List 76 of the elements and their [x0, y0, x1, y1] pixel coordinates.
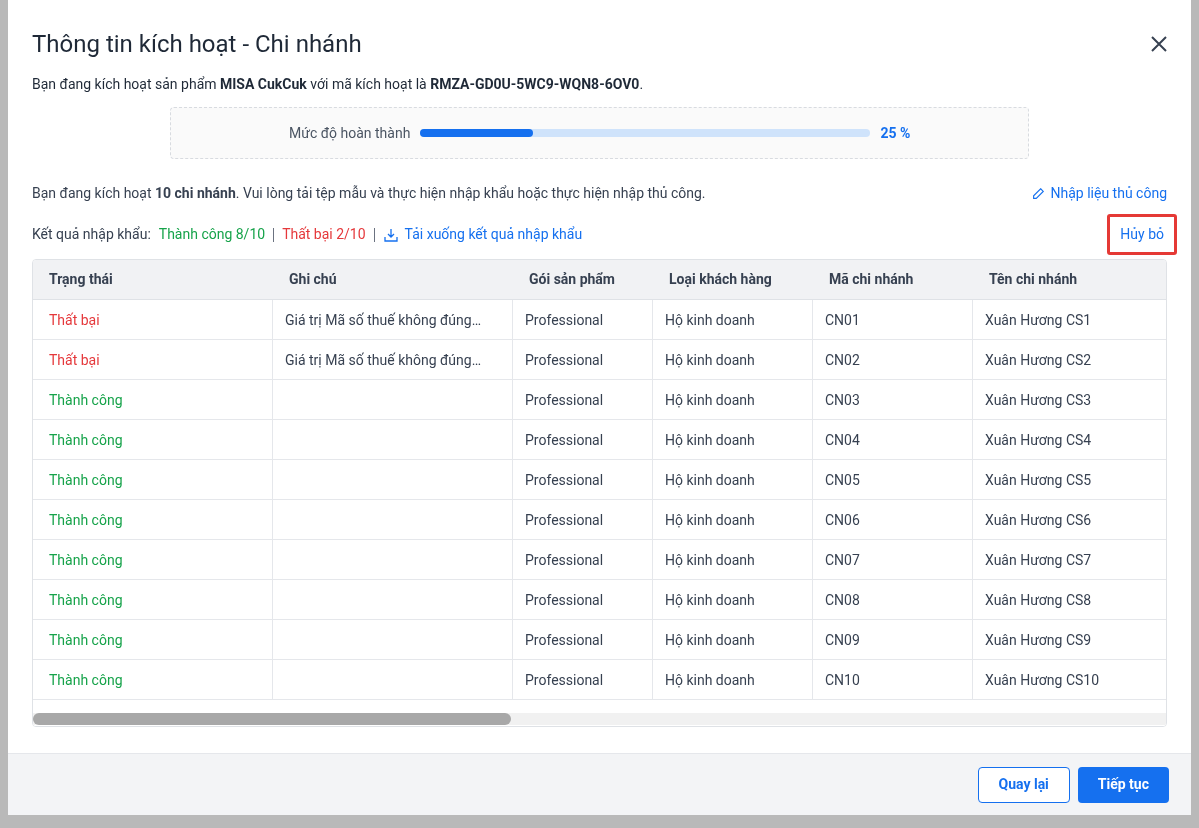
table-cell: Xuân Hương CS1: [985, 312, 1092, 328]
success-count: Thành công 8/10: [158, 225, 266, 244]
table-cell: Xuân Hương CS3: [985, 392, 1092, 408]
close-icon[interactable]: [1149, 34, 1169, 54]
table-cell: Xuân Hương CS10: [985, 672, 1100, 688]
table-cell: Hộ kinh doanh: [665, 392, 755, 408]
status-cell: Thành công: [49, 672, 123, 688]
table-cell: Xuân Hương CS8: [985, 592, 1092, 608]
table-cell: Hộ kinh doanh: [665, 512, 755, 528]
status-cell: Thành công: [49, 432, 123, 448]
back-button[interactable]: Quay lại: [977, 766, 1070, 803]
table-cell: Professional: [525, 592, 604, 608]
table-cell: Giá trị Mã số thuế không đúng…: [285, 312, 482, 328]
table-cell: Professional: [525, 312, 604, 328]
status-cell: Thành công: [49, 512, 123, 528]
status-cell: Thành công: [49, 472, 123, 488]
instruction-text: Bạn đang kích hoạt 10 chi nhánh. Vui lòng tải tệp mẫu và thực hiện nhập khẩu hoặc thực hiện nhập thủ công.: [32, 184, 706, 203]
column-header: Mã chi nhánh: [828, 270, 915, 289]
cancel-link[interactable]: Hủy bỏ: [1107, 214, 1177, 255]
download-link[interactable]: Tải xuống kết quả nhập khẩu: [382, 224, 583, 245]
table-cell: Hộ kinh doanh: [665, 352, 755, 368]
table-cell: CN02: [825, 352, 860, 368]
table-cell: Xuân Hương CS2: [985, 352, 1092, 368]
table-cell: CN01: [825, 312, 860, 328]
table-cell: Professional: [525, 352, 604, 368]
scrollbar-thumb[interactable]: [33, 713, 511, 725]
status-cell: Thất bại: [49, 312, 100, 328]
table-cell: CN10: [825, 672, 860, 688]
status-cell: Thành công: [49, 552, 123, 568]
table-cell: Xuân Hương CS6: [985, 512, 1092, 528]
pencil-icon: [1030, 186, 1045, 201]
column-header: Gói sản phẩm: [528, 270, 616, 289]
table-cell: Xuân Hương CS7: [985, 552, 1092, 568]
column-header: Trạng thái: [48, 270, 114, 289]
table-cell: Professional: [525, 392, 604, 408]
table-cell: Professional: [525, 672, 604, 688]
table-cell: CN04: [825, 432, 860, 448]
table-cell: Hộ kinh doanh: [665, 432, 755, 448]
table-cell: Xuân Hương CS4: [985, 432, 1092, 448]
table-cell: Professional: [525, 632, 604, 648]
status-cell: Thành công: [49, 632, 123, 648]
scrollbar-track[interactable]: [33, 713, 1166, 725]
progress-reading: 25 %: [880, 123, 911, 143]
column-header: Loại khách hàng: [668, 270, 773, 289]
intro-text: Bạn đang kích hoạt sản phẩm MISA CukCuk với mã kích hoạt là RMZA-GD0U-5WC9-WQN8-6OV0.: [32, 76, 644, 92]
progress-label: Mức độ hoàn thành: [289, 123, 411, 143]
table-cell: Hộ kinh doanh: [665, 592, 755, 608]
table-cell: Xuân Hương CS9: [985, 632, 1092, 648]
table-cell: Giá trị Mã số thuế không đúng…: [285, 352, 482, 368]
table-cell: CN07: [825, 552, 860, 568]
table-cell: CN06: [825, 512, 860, 528]
table-cell: CN05: [825, 472, 860, 488]
table-cell: Professional: [525, 552, 604, 568]
table-cell: CN03: [825, 392, 860, 408]
download-icon: [382, 226, 399, 243]
table-cell: Professional: [525, 512, 604, 528]
table-cell: CN09: [825, 632, 860, 648]
import-result-label: Kết quả nhập khẩu:: [32, 225, 151, 244]
table-cell: Professional: [525, 472, 604, 488]
status-cell: Thành công: [49, 592, 123, 608]
table-cell: Hộ kinh doanh: [665, 632, 755, 648]
table-cell: Hộ kinh doanh: [665, 312, 755, 328]
status-cell: Thành công: [49, 392, 123, 408]
dialog-title: Thông tin kích hoạt - Chi nhánh: [32, 29, 362, 60]
table-cell: Hộ kinh doanh: [665, 672, 755, 688]
table-cell: Xuân Hương CS5: [985, 472, 1092, 488]
column-header: Ghi chú: [288, 270, 338, 289]
table-cell: Hộ kinh doanh: [665, 552, 755, 568]
next-button[interactable]: Tiếp tục: [1077, 766, 1169, 803]
status-cell: Thất bại: [49, 352, 100, 368]
failed-count: Thất bại 2/10: [282, 225, 366, 244]
table-cell: Hộ kinh doanh: [665, 472, 755, 488]
table-cell: CN08: [825, 592, 860, 608]
manual-entry-link[interactable]: Nhập liệu thủ công: [1030, 183, 1167, 204]
column-header: Tên chi nhánh: [988, 270, 1079, 289]
table-cell: Professional: [525, 432, 604, 448]
